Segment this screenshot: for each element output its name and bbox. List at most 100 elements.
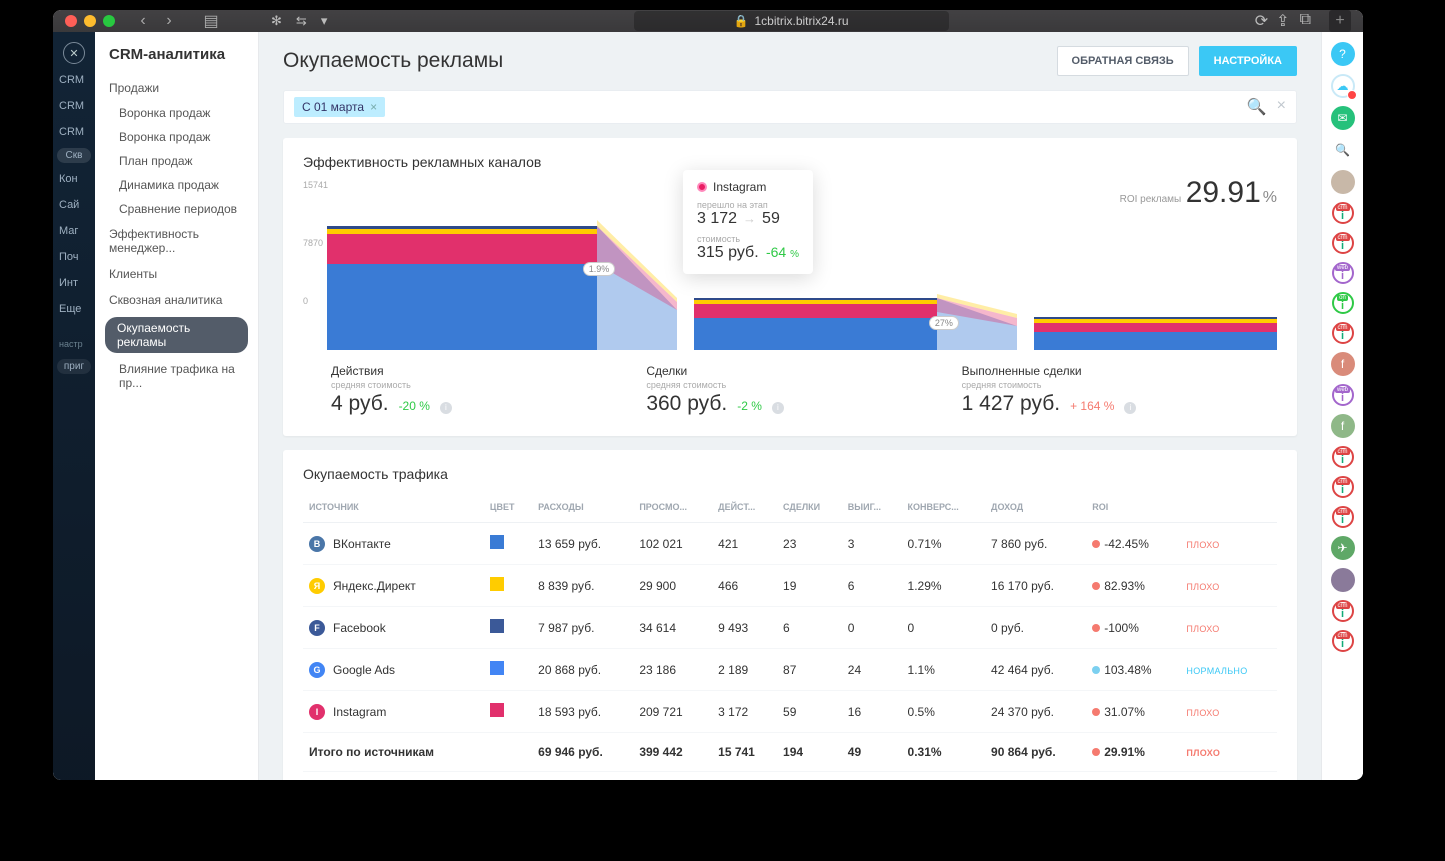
chart-stage-meta: Сделкисредняя стоимость 360 руб. -2 % i bbox=[646, 364, 961, 416]
color-swatch bbox=[490, 535, 504, 549]
nav-item[interactable]: Маг bbox=[53, 221, 95, 241]
sidebar-item[interactable]: Клиенты bbox=[95, 261, 258, 287]
reload-icon[interactable]: ⟳ bbox=[1255, 11, 1268, 31]
nav-item[interactable]: Инт bbox=[53, 273, 95, 293]
sidebar-item[interactable]: План продаж bbox=[95, 149, 258, 173]
rail-info-icon[interactable]: crmi bbox=[1332, 476, 1354, 498]
nav-item[interactable]: CRM bbox=[53, 96, 95, 116]
url-text: 1cbitrix.bitrix24.ru bbox=[755, 14, 849, 28]
right-rail: ? ☁ ✉ 🔍 crmi crmi webi oni crmi f webi f… bbox=[1321, 32, 1363, 780]
roi-kpi: ROI рекламы 29.91% bbox=[1120, 176, 1277, 210]
sidebar-item[interactable]: Влияние трафика на пр... bbox=[95, 357, 258, 395]
main-content: Окупаемость рекламы ОБРАТНАЯ СВЯЗЬ НАСТР… bbox=[259, 32, 1321, 780]
browser-tabbar: ‹ › ▤ ✻ ⇆ ▾ 🔒 1cbitrix.bitrix24.ru ⟳ ⇪ ⧉… bbox=[53, 10, 1363, 32]
tabs-icon[interactable]: ⧉ bbox=[1300, 11, 1311, 31]
share2-icon[interactable]: ⇆ bbox=[296, 13, 307, 29]
close-window[interactable] bbox=[65, 15, 77, 27]
sidebar-item-selected[interactable]: Окупаемость рекламы bbox=[105, 317, 248, 353]
user-avatar[interactable] bbox=[1331, 170, 1355, 194]
share-icon[interactable]: ⇪ bbox=[1276, 11, 1289, 31]
search-rail-icon[interactable]: 🔍 bbox=[1331, 138, 1355, 162]
table-total-row: Итого по источникам69 946 руб.399 44215 … bbox=[303, 733, 1277, 772]
nav-invite[interactable]: приг bbox=[57, 359, 91, 374]
forward-button[interactable]: › bbox=[157, 10, 181, 32]
feedback-button[interactable]: ОБРАТНАЯ СВЯЗЬ bbox=[1057, 46, 1189, 76]
nav-item[interactable]: Еще bbox=[53, 299, 95, 319]
chart-stage-actions bbox=[303, 220, 597, 350]
table-row[interactable]: IInstagram 18 593 руб.209 7213 17259160.… bbox=[303, 691, 1277, 733]
help-icon[interactable]: ? bbox=[1331, 42, 1355, 66]
notifications-icon[interactable]: ☁ bbox=[1331, 74, 1355, 98]
table-header[interactable]: ROI bbox=[1086, 492, 1180, 523]
rail-telegram-icon[interactable]: ✈ bbox=[1331, 536, 1355, 560]
rail-info-icon[interactable]: oni bbox=[1332, 292, 1354, 314]
close-panel-icon[interactable]: ✕ bbox=[63, 42, 85, 64]
chip-remove-icon[interactable]: × bbox=[370, 100, 377, 114]
new-tab-button[interactable]: + bbox=[1329, 10, 1351, 32]
filter-chip-date[interactable]: С 01 марта × bbox=[294, 97, 385, 117]
nav-item[interactable]: Поч bbox=[53, 247, 95, 267]
table-title: Окупаемость трафика bbox=[303, 466, 1277, 482]
color-swatch bbox=[490, 703, 504, 717]
rail-info-icon[interactable]: crmi bbox=[1332, 506, 1354, 528]
table-header[interactable] bbox=[1180, 492, 1277, 523]
sidebar-item[interactable]: Воронка продаж bbox=[95, 125, 258, 149]
search-icon[interactable]: 🔍 bbox=[1247, 97, 1267, 117]
rail-social-icon[interactable]: f bbox=[1331, 414, 1355, 438]
table-header[interactable]: ДОХОД bbox=[985, 492, 1086, 523]
table-header[interactable]: СДЕЛКИ bbox=[777, 492, 842, 523]
rail-info-icon[interactable]: crmi bbox=[1332, 322, 1354, 344]
sidebar-item[interactable]: Сравнение периодов bbox=[95, 197, 258, 221]
table-header[interactable]: ПРОСМО... bbox=[633, 492, 712, 523]
table-header[interactable]: ИСТОЧНИК bbox=[303, 492, 484, 523]
info-icon[interactable]: i bbox=[772, 402, 784, 414]
nav-item[interactable]: CRM bbox=[53, 122, 95, 142]
table-header[interactable]: РАСХОДЫ bbox=[532, 492, 633, 523]
nav-item[interactable]: Сай bbox=[53, 195, 95, 215]
sidebar-toggle-icon[interactable]: ▤ bbox=[199, 10, 223, 32]
filter-clear-icon[interactable]: × bbox=[1277, 97, 1286, 117]
sidebar-item[interactable]: Динамика продаж bbox=[95, 173, 258, 197]
pocket-icon[interactable]: ▾ bbox=[321, 13, 328, 29]
rail-info-icon[interactable]: crmi bbox=[1332, 202, 1354, 224]
table-header[interactable]: ДЕЙСТ... bbox=[712, 492, 777, 523]
arrow-right-icon: → bbox=[743, 211, 756, 226]
table-row[interactable]: ЯЯндекс.Директ 8 839 руб.29 9004661961.2… bbox=[303, 565, 1277, 607]
table-header[interactable]: ВЫИГ... bbox=[842, 492, 902, 523]
rail-info-icon[interactable]: crmi bbox=[1332, 446, 1354, 468]
rail-social-icon[interactable]: f bbox=[1331, 352, 1355, 376]
rail-info-icon[interactable]: webi bbox=[1332, 384, 1354, 406]
chat-icon[interactable]: ✉ bbox=[1331, 106, 1355, 130]
table-header[interactable]: ЦВЕТ bbox=[484, 492, 532, 523]
zoom-window[interactable] bbox=[103, 15, 115, 27]
sidebar-item[interactable]: Продажи bbox=[95, 75, 258, 101]
chart-transition2: 27% bbox=[937, 220, 1010, 350]
evernote-icon[interactable]: ✻ bbox=[271, 13, 282, 29]
info-icon[interactable]: i bbox=[440, 402, 452, 414]
settings-button[interactable]: НАСТРОЙКА bbox=[1199, 46, 1297, 76]
info-icon[interactable]: i bbox=[1124, 402, 1136, 414]
user-avatar-2[interactable] bbox=[1331, 568, 1355, 592]
nav-item[interactable]: Кон bbox=[53, 169, 95, 189]
sidebar-item[interactable]: Сквозная аналитика bbox=[95, 287, 258, 313]
table-header[interactable]: КОНВЕРС... bbox=[902, 492, 986, 523]
table-row[interactable]: GGoogle Ads 20 868 руб.23 1862 18987241.… bbox=[303, 649, 1277, 691]
sidebar-item[interactable]: Эффективность менеджер... bbox=[95, 221, 258, 261]
table-row[interactable]: FFacebook 7 987 руб.34 6149 4936000 руб.… bbox=[303, 607, 1277, 649]
filter-bar[interactable]: С 01 марта × 🔍 × bbox=[283, 90, 1297, 124]
nav-item[interactable]: CRM bbox=[53, 70, 95, 90]
sidebar-title: CRM-аналитика bbox=[95, 46, 258, 75]
table-panel: Окупаемость трафика ИСТОЧНИКЦВЕТРАСХОДЫП… bbox=[283, 450, 1297, 780]
back-button[interactable]: ‹ bbox=[131, 10, 155, 32]
nav-item-active[interactable]: Скв bbox=[57, 148, 91, 163]
sidebar: CRM-аналитика ПродажиВоронка продажВорон… bbox=[95, 32, 259, 780]
minimize-window[interactable] bbox=[84, 15, 96, 27]
table-row[interactable]: ВВКонтакте 13 659 руб.102 0214212330.71%… bbox=[303, 523, 1277, 565]
rail-info-icon[interactable]: crmi bbox=[1332, 630, 1354, 652]
rail-info-icon[interactable]: webi bbox=[1332, 262, 1354, 284]
rail-info-icon[interactable]: crmi bbox=[1332, 232, 1354, 254]
sidebar-item[interactable]: Воронка продаж bbox=[95, 101, 258, 125]
address-bar[interactable]: 🔒 1cbitrix.bitrix24.ru bbox=[634, 11, 949, 31]
rail-info-icon[interactable]: crmi bbox=[1332, 600, 1354, 622]
nav-settings[interactable]: настр bbox=[53, 335, 95, 353]
